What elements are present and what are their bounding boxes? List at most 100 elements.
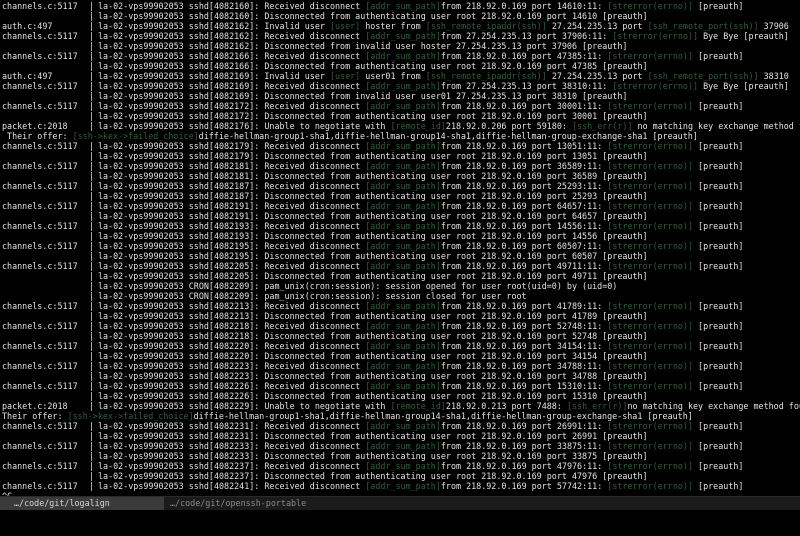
log-text: [preauth]	[693, 241, 743, 251]
log-line: channels.c:5117|la-02-vps99902053 sshd[4…	[0, 221, 800, 231]
log-text: la-02-vps99902053 sshd[4082169]: Disconn…	[98, 91, 627, 101]
log-source-location: channels.c:5117	[2, 241, 78, 251]
log-message: la-02-vps99902053 sshd[4082191]: Disconn…	[98, 211, 648, 221]
format-placeholder: [addr_sum_path]	[365, 81, 441, 91]
log-text: from 218.92.0.169 port 34154:11:	[441, 341, 607, 351]
log-text: from 218.92.0.169 port 34788:11:	[441, 361, 607, 371]
log-text: from 218.92.0.169 port 36589:11:	[441, 161, 607, 171]
log-text: 27.254.235.13 port	[547, 21, 648, 31]
log-text: from 218.92.0.169 port 60507:11:	[441, 241, 607, 251]
log-text: from 27.254.235.13 port 38310:11:	[441, 81, 612, 91]
format-placeholder: [user]	[330, 71, 360, 81]
column-separator: |	[89, 351, 94, 361]
column-separator: |	[89, 31, 94, 41]
log-text: la-02-vps99902053 sshd[4082226]: Receive…	[98, 381, 365, 391]
column-separator: |	[89, 371, 94, 381]
format-placeholder: [strerror(errno)]	[607, 261, 693, 271]
log-text: la-02-vps99902053 sshd[4082220]: Disconn…	[98, 351, 648, 361]
log-text: from 218.92.0.169 port 41789:11:	[441, 301, 607, 311]
column-separator: |	[89, 431, 94, 441]
log-source-location: auth.c:497	[2, 71, 52, 81]
log-text: la-02-vps99902053 sshd[4082218]: Disconn…	[98, 331, 648, 341]
column-separator: |	[89, 341, 94, 351]
format-placeholder: [ssh_remote_ipaddr(ssh)]	[426, 21, 547, 31]
log-text: la-02-vps99902053 sshd[4082191]: Receive…	[98, 201, 365, 211]
log-message: la-02-vps99902053 sshd[4082218]: Receive…	[98, 321, 743, 331]
log-text: [preauth]	[693, 341, 743, 351]
format-placeholder: [strerror(errno)]	[607, 341, 693, 351]
format-placeholder: [addr_sum_path]	[365, 321, 441, 331]
log-line: |la-02-vps99902053 sshd[4082213]: Discon…	[0, 311, 800, 321]
format-placeholder: [strerror(errno)]	[607, 361, 693, 371]
log-text: la-02-vps99902053 sshd[4082223]: Receive…	[98, 361, 365, 371]
format-placeholder: [addr_sum_path]	[365, 221, 441, 231]
log-line: channels.c:5117|la-02-vps99902053 sshd[4…	[0, 361, 800, 371]
format-placeholder: [strerror(errno)]	[607, 381, 693, 391]
log-line: |la-02-vps99902053 sshd[4082218]: Discon…	[0, 331, 800, 341]
column-separator: |	[89, 1, 94, 11]
column-separator: |	[89, 51, 94, 61]
log-message: la-02-vps99902053 sshd[4082162]: Receive…	[98, 31, 789, 41]
tab-openssh-portable[interactable]: …/code/git/openssh-portable	[164, 497, 370, 510]
log-source-location: channels.c:5117	[2, 481, 78, 491]
log-line: |la-02-vps99902053 sshd[4082237]: Discon…	[0, 471, 800, 481]
log-line: channels.c:5117|la-02-vps99902053 sshd[4…	[0, 1, 800, 11]
column-separator: |	[89, 271, 94, 281]
log-message: la-02-vps99902053 sshd[4082193]: Disconn…	[98, 231, 648, 241]
column-separator: |	[89, 401, 94, 411]
log-message: la-02-vps99902053 sshd[4082191]: Receive…	[98, 201, 743, 211]
log-text: la-02-vps99902053 sshd[4082237]: Disconn…	[98, 471, 648, 481]
log-source-location: channels.c:5117	[2, 31, 78, 41]
log-source-location: channels.c:5117	[2, 341, 78, 351]
format-placeholder: [strerror(errno)]	[607, 201, 693, 211]
column-separator: |	[89, 251, 94, 261]
format-placeholder: [strerror(errno)]	[607, 1, 693, 11]
log-text: [preauth]	[693, 181, 743, 191]
log-message: la-02-vps99902053 sshd[4082169]: Disconn…	[98, 91, 627, 101]
log-text: la-02-vps99902053 sshd[4082220]: Receive…	[98, 341, 365, 351]
log-source-location: channels.c:5117	[2, 1, 78, 11]
column-separator: |	[89, 61, 94, 71]
format-placeholder: [ssh_remote_ipaddr(ssh)]	[426, 71, 547, 81]
log-line: channels.c:5117|la-02-vps99902053 sshd[4…	[0, 321, 800, 331]
log-text: la-02-vps99902053 sshd[4082169]: Invalid…	[98, 71, 330, 81]
log-source-location: channels.c:5117	[2, 381, 78, 391]
log-text: Bye Bye [preauth]	[698, 31, 789, 41]
tab-bar: …/code/git/logalign …/code/git/openssh-p…	[0, 496, 800, 510]
log-message: la-02-vps99902053 sshd[4082195]: Receive…	[98, 241, 743, 251]
log-text: diffie-hellman-group1-sha1,diffie-hellma…	[199, 131, 698, 141]
log-text: [preauth]	[693, 261, 743, 271]
log-message: la-02-vps99902053 sshd[4082187]: Disconn…	[98, 191, 648, 201]
log-source-location: channels.c:5117	[2, 141, 78, 151]
log-line: channels.c:5117 | la-02-vps99902053 sshd[4…	[0, 341, 800, 351]
tab-logalign[interactable]: …/code/git/logalign	[0, 497, 164, 510]
log-source-location: channels.c:5117	[2, 261, 78, 271]
column-separator: |	[89, 81, 94, 91]
column-separator: |	[89, 441, 94, 451]
log-message: la-02-vps99902053 sshd[4082229]: Unable …	[98, 401, 800, 411]
format-placeholder: [ssh_err(r)]	[567, 401, 628, 411]
log-text: la-02-vps99902053 sshd[4082233]: Disconn…	[98, 451, 648, 461]
column-separator: |	[89, 161, 94, 171]
log-message: la-02-vps99902053 sshd[4082179]: Disconn…	[98, 151, 648, 161]
format-placeholder: [addr_sum_path]	[365, 461, 441, 471]
log-line: |la-02-vps99902053 sshd[4082179]: Discon…	[0, 151, 800, 161]
format-placeholder: [strerror(errno)]	[607, 461, 693, 471]
column-separator: |	[89, 11, 94, 21]
log-line: channels.c:5117 | la-02-vps99902053 sshd[4…	[0, 31, 800, 41]
log-text: from 218.92.0.169 port 14556:11:	[441, 221, 607, 231]
log-text: la-02-vps99902053 CRON[4082209]: pam_uni…	[98, 291, 527, 301]
column-separator: |	[89, 121, 94, 131]
terminal-output[interactable]: channels.c:5117|la-02-vps99902053 sshd[4…	[0, 0, 800, 496]
log-message: la-02-vps99902053 sshd[4082187]: Receive…	[98, 181, 743, 191]
log-text: [preauth]	[693, 421, 743, 431]
log-text: no matching key exchange method found.	[627, 401, 800, 411]
log-source-location: packet.c:2018	[2, 401, 68, 411]
format-placeholder: [strerror(errno)]	[607, 101, 693, 111]
log-message: la-02-vps99902053 sshd[4082205]: Disconn…	[98, 271, 648, 281]
log-line: channels.c:5117|la-02-vps99902053 sshd[4…	[0, 461, 800, 471]
format-placeholder: [ssh->kex->failed_choice]	[73, 131, 199, 141]
column-separator: |	[89, 361, 94, 371]
column-separator: |	[89, 391, 94, 401]
column-separator: |	[89, 91, 94, 101]
